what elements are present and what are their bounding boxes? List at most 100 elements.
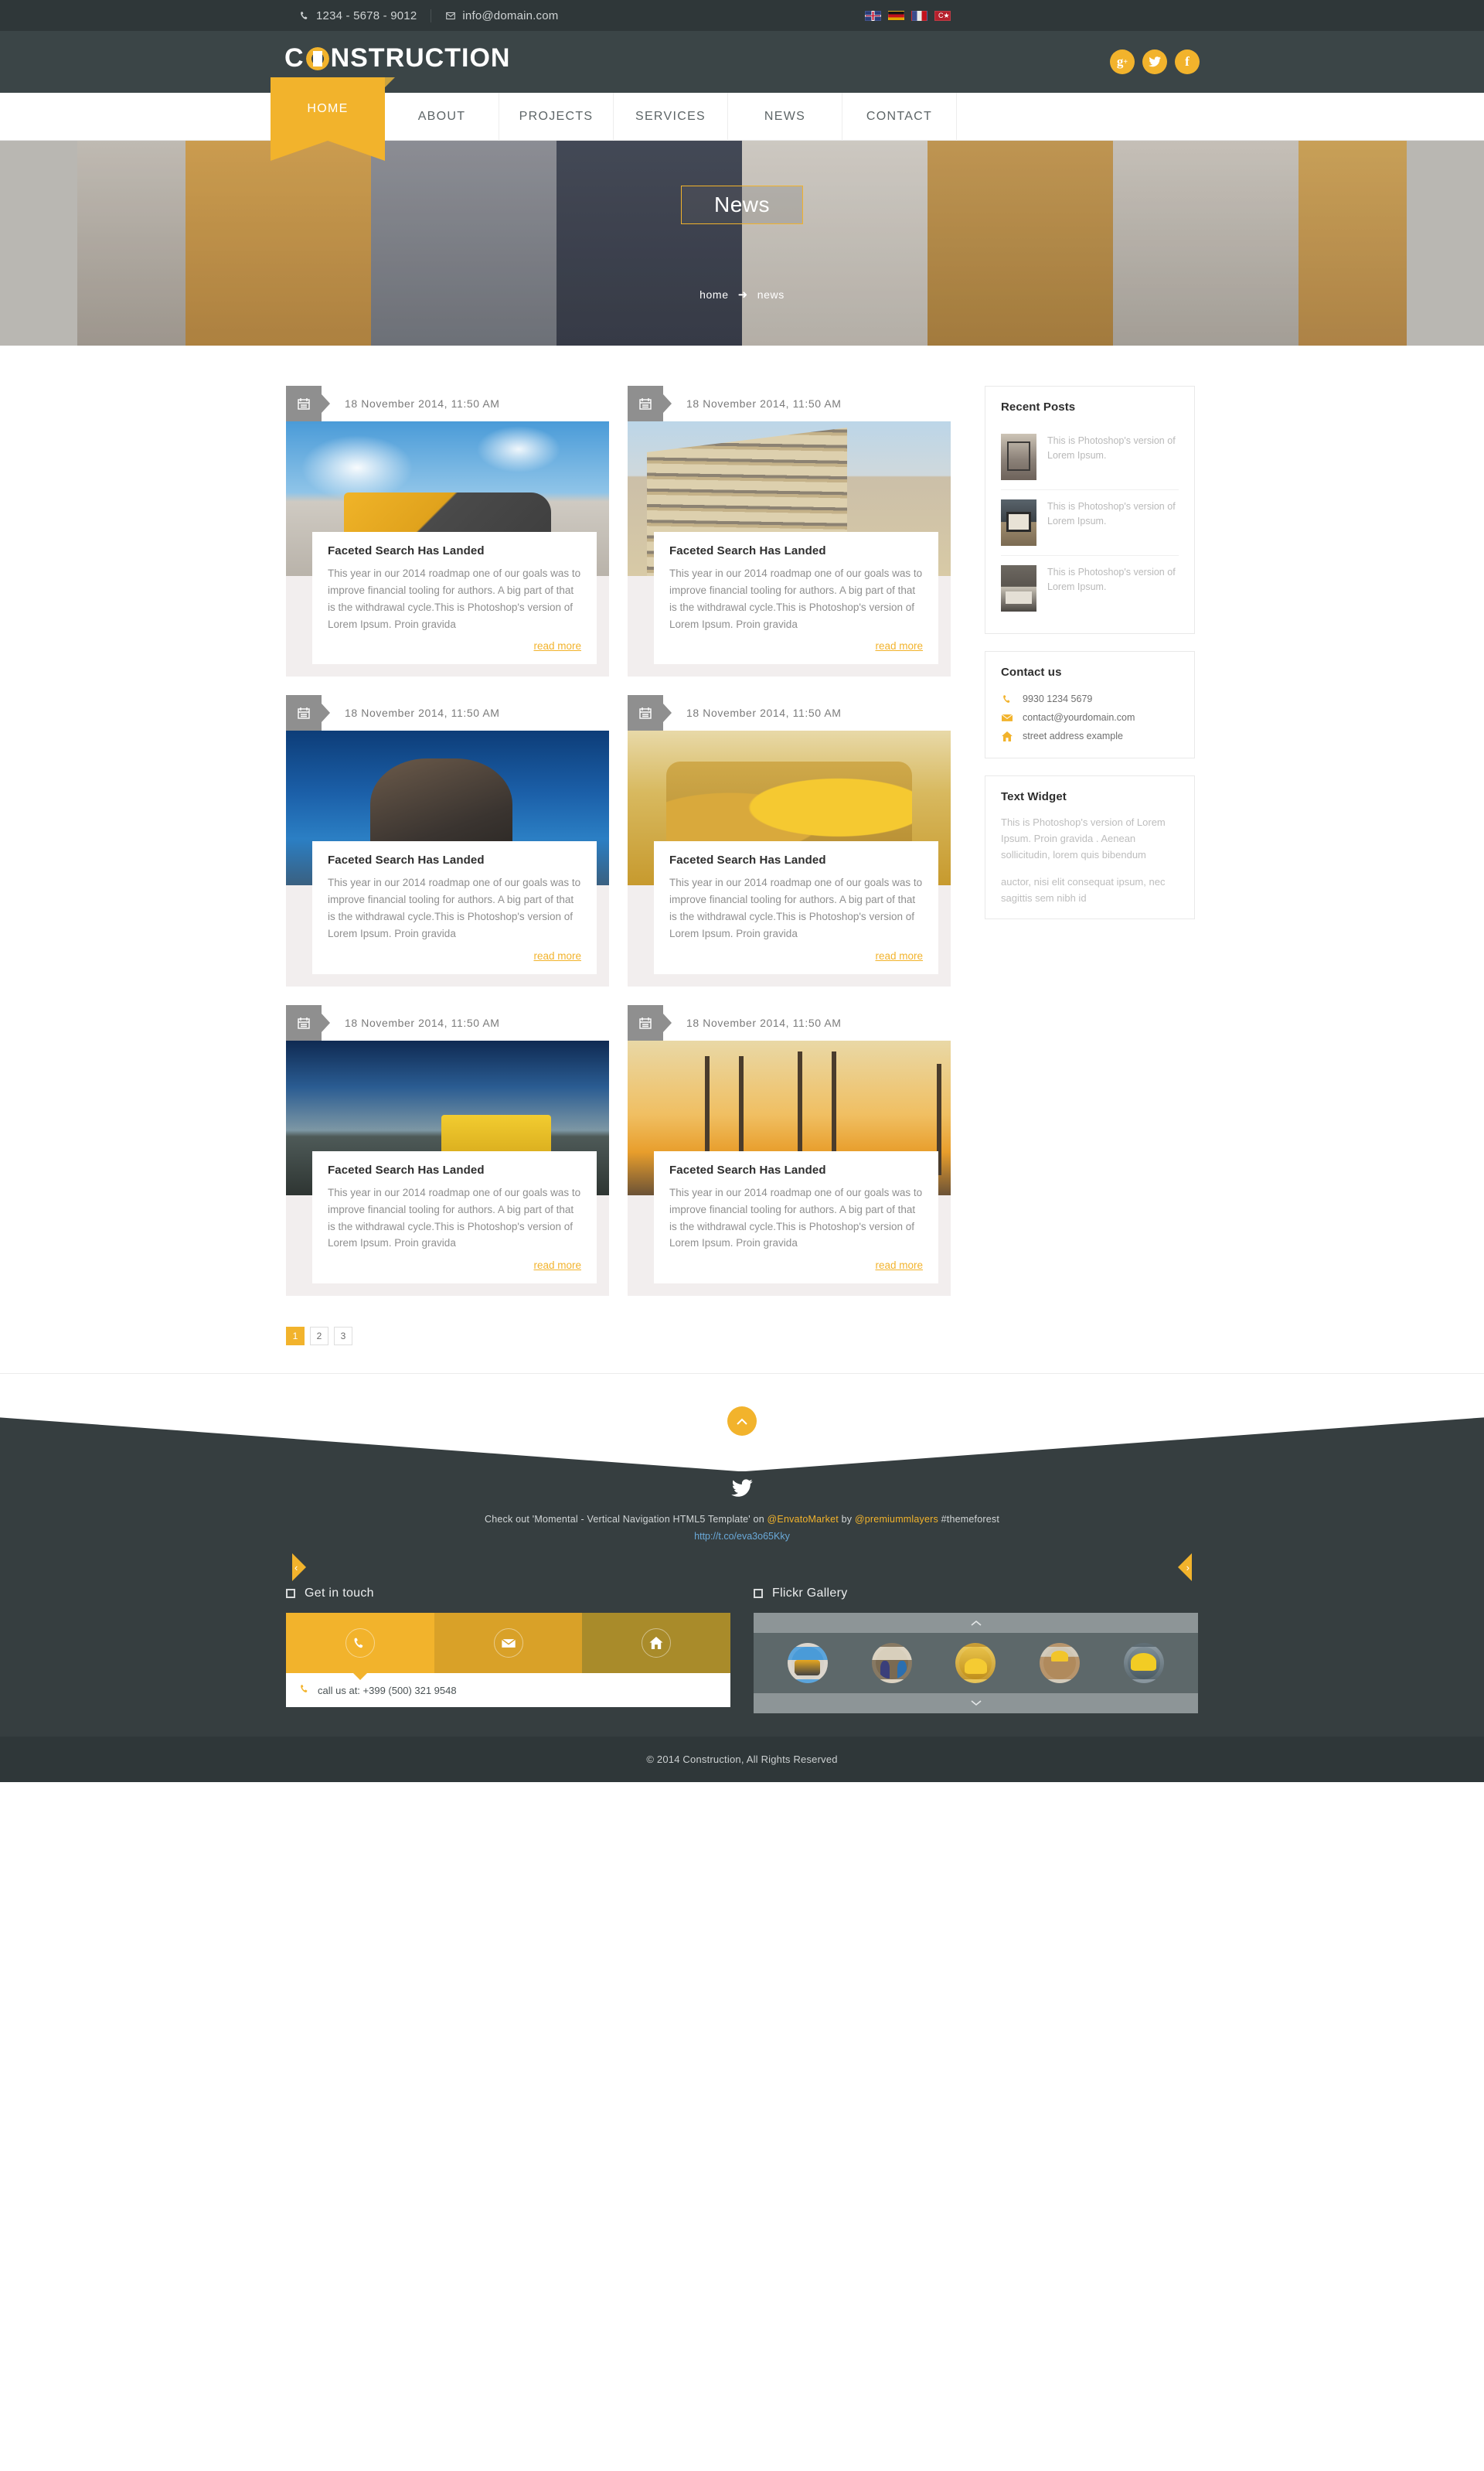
nav-item-about[interactable]: ABOUT [385,93,499,141]
square-bullet-icon [286,1589,295,1599]
breadcrumb-home[interactable]: home [699,288,728,301]
calendar-icon [286,695,330,731]
envelope-icon [493,1628,523,1658]
main-content: 18 November 2014, 11:50 AM Faceted Searc… [0,346,1484,1375]
pagination-page-3[interactable]: 3 [334,1327,352,1346]
scroll-to-top-button[interactable] [727,1406,757,1437]
top-email-text: info@domain.com [462,9,559,22]
read-more-link[interactable]: read more [328,950,581,962]
post-date: 18 November 2014, 11:50 AM [345,707,500,720]
nav-item-home[interactable]: HOME [271,77,395,161]
flag-uk[interactable] [865,10,881,21]
contact-email-text: contact@yourdomain.com [1023,712,1135,723]
contact-address-row[interactable]: street address example [1001,727,1179,745]
read-more-link[interactable]: read more [669,950,923,962]
twitter-next-arrow[interactable]: › [1178,1553,1192,1582]
read-more-link[interactable]: read more [669,1259,923,1271]
widget-text: Text Widget This is Photoshop's version … [985,775,1195,920]
nav-item-news[interactable]: NEWS [728,93,842,141]
flag-fr[interactable] [911,10,928,21]
flickr-thumbnail[interactable] [1040,1643,1081,1684]
post-excerpt: This year in our 2014 roadmap one of our… [669,877,923,940]
tweet-handle-envato[interactable]: @EnvatoMarket [768,1514,839,1525]
flag-tr[interactable] [934,10,951,21]
home-icon [642,1628,672,1658]
gear-building-icon [305,46,329,70]
post-date: 18 November 2014, 11:50 AM [686,397,842,410]
sidebar: Recent Posts This is Photoshop's version… [985,386,1195,1296]
widget-recent-posts: Recent Posts This is Photoshop's version… [985,386,1195,634]
twitter-icon[interactable] [1142,49,1167,74]
flickr-thumbnail[interactable] [1123,1643,1164,1684]
post-title[interactable]: Faceted Search Has Landed [669,1164,923,1177]
copyright-bar: © 2014 Construction, All Rights Reserved [0,1737,1484,1783]
facebook-icon[interactable]: f [1175,49,1200,74]
pagination-page-1[interactable]: 1 [286,1327,305,1346]
post-title[interactable]: Faceted Search Has Landed [328,854,581,867]
post-title[interactable]: Faceted Search Has Landed [328,1164,581,1177]
read-more-link[interactable]: read more [669,640,923,652]
nav-item-services[interactable]: SERVICES [614,93,728,141]
language-switcher [865,10,951,21]
email-tab[interactable] [434,1613,583,1674]
call-us-text: call us at: +399 (500) 321 9548 [318,1684,457,1696]
tweet-suffix: #themeforest [938,1514,999,1525]
flickr-thumbnail[interactable] [955,1643,996,1684]
top-email[interactable]: info@domain.com [431,9,572,22]
post-excerpt: This year in our 2014 roadmap one of our… [669,1186,923,1249]
post-title[interactable]: Faceted Search Has Landed [669,544,923,557]
blog-post-grid: 18 November 2014, 11:50 AM Faceted Searc… [286,386,966,1297]
blog-post-card[interactable]: 18 November 2014, 11:50 AM Faceted Searc… [628,695,951,987]
phone-icon [300,11,310,21]
top-phone[interactable]: 1234 - 5678 - 9012 [286,9,431,22]
recent-post-item[interactable]: This is Photoshop's version of Lorem Ips… [1001,490,1179,556]
flickr-scroll-up[interactable] [754,1613,1198,1634]
tweet-url-link[interactable]: http://t.co/eva3o65Kky [0,1531,1484,1542]
flickr-thumbnail[interactable] [788,1643,829,1684]
post-date-bar: 18 November 2014, 11:50 AM [286,386,609,421]
post-date: 18 November 2014, 11:50 AM [686,1016,842,1029]
post-excerpt: This year in our 2014 roadmap one of our… [328,1186,581,1249]
recent-post-item[interactable]: This is Photoshop's version of Lorem Ips… [1001,424,1179,490]
tweet-text: Check out 'Momental - Vertical Navigatio… [0,1514,1484,1525]
phone-icon [300,1684,310,1696]
read-more-link[interactable]: read more [328,1259,581,1271]
nav-item-contact[interactable]: CONTACT [842,93,957,141]
tweet-handle-author[interactable]: @premiummlayers [855,1514,938,1525]
flickr-thumbnail[interactable] [871,1643,912,1684]
flickr-scroll-down[interactable] [754,1693,1198,1714]
banner-right-edge [1407,141,1484,346]
blog-post-card[interactable]: 18 November 2014, 11:50 AM Faceted Searc… [286,1004,609,1297]
get-in-touch-tabs [286,1613,731,1681]
phone-icon [345,1628,375,1658]
post-title[interactable]: Faceted Search Has Landed [669,854,923,867]
pagination-page-2[interactable]: 2 [310,1327,328,1346]
twitter-prev-arrow[interactable]: ‹ [292,1553,306,1582]
nav-item-projects[interactable]: PROJECTS [499,93,614,141]
envelope-icon [1001,714,1013,722]
top-contact-info: 1234 - 5678 - 9012 info@domain.com [286,9,573,22]
site-logo[interactable]: C NSTRUCTION [284,43,510,73]
tweet-prefix: Check out 'Momental - Vertical Navigatio… [485,1514,768,1525]
site-footer: Check out 'Momental - Vertical Navigatio… [0,1374,1484,1783]
flickr-thumbnails [754,1633,1198,1693]
envelope-icon [445,11,456,21]
phone-tab[interactable] [286,1613,434,1681]
footer-fold [0,1374,1484,1472]
contact-email-row[interactable]: contact@yourdomain.com [1001,708,1179,727]
post-date-bar: 18 November 2014, 11:50 AM [628,1004,951,1041]
flag-de[interactable] [888,10,904,21]
calendar-icon [628,1004,672,1041]
blog-post-card[interactable]: 18 November 2014, 11:50 AM Faceted Searc… [286,695,609,987]
pagination: 1 2 3 [271,1327,1213,1373]
blog-post-card[interactable]: 18 November 2014, 11:50 AM Faceted Searc… [286,386,609,677]
address-tab[interactable] [582,1613,731,1674]
google-plus-icon[interactable]: g + [1110,49,1135,74]
recent-post-item[interactable]: This is Photoshop's version of Lorem Ips… [1001,556,1179,621]
blog-post-card[interactable]: 18 November 2014, 11:50 AM Faceted Searc… [628,386,951,677]
read-more-link[interactable]: read more [328,640,581,652]
post-title[interactable]: Faceted Search Has Landed [328,544,581,557]
flickr-gallery-box [754,1613,1198,1714]
contact-phone-row[interactable]: 9930 1234 5679 [1001,690,1179,708]
blog-post-card[interactable]: 18 November 2014, 11:50 AM Faceted Searc… [628,1004,951,1297]
